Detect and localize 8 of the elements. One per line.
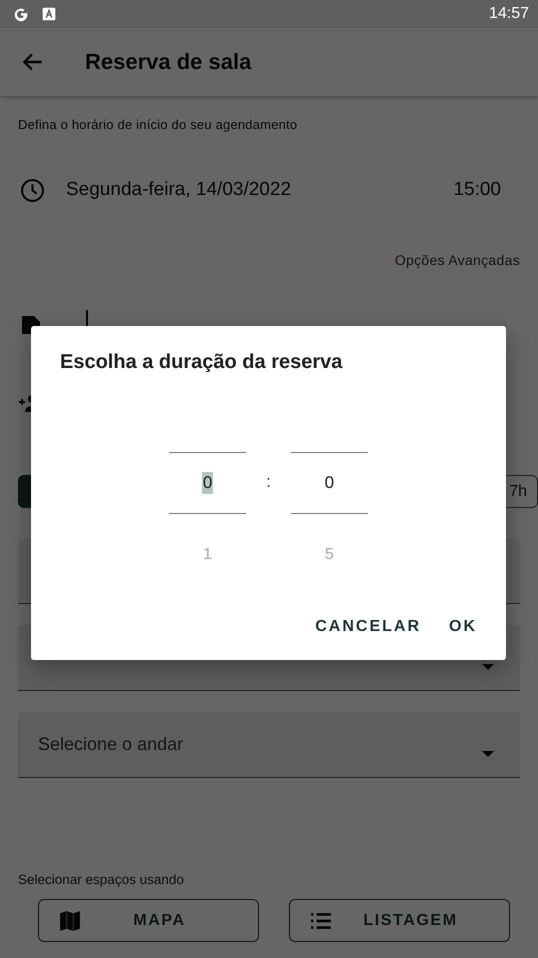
status-time: 14:57 bbox=[488, 5, 529, 23]
picker-value: 0 bbox=[202, 472, 214, 494]
time-separator: : bbox=[266, 472, 271, 492]
screen-title: Reserva de sala bbox=[85, 49, 252, 75]
dialog-title: Escolha a duração da reserva bbox=[60, 351, 344, 374]
start-hint: Defina o horário de início do seu agendamento bbox=[17, 116, 298, 134]
picker-value: 0 bbox=[324, 472, 336, 494]
spaces-label: Selecionar espaços usando bbox=[17, 872, 185, 887]
